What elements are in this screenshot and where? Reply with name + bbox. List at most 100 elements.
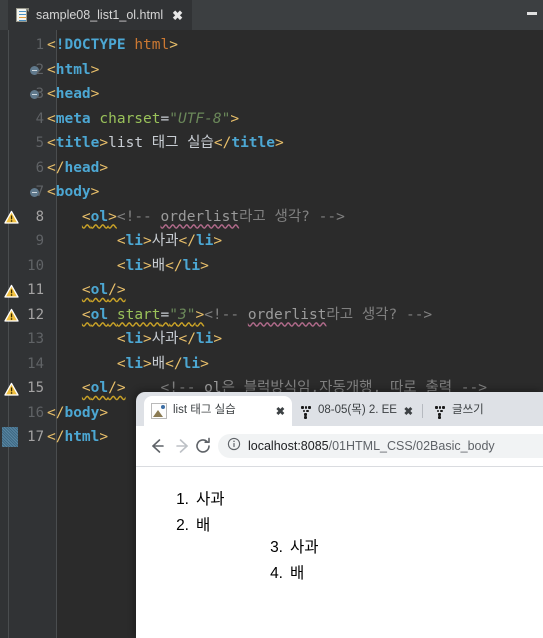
line-number: 8 [35,208,44,225]
code-token: < [47,86,56,102]
browser-tab-label: 글쓰기 [452,404,484,417]
code-line[interactable]: 1 <!DOCTYPE html> [0,33,543,58]
line-number: 11 [27,282,44,298]
code-token: > [108,208,117,225]
code-token: > [143,257,152,274]
code-token: > [90,86,100,102]
code-text: <li>배</li> [47,352,209,377]
close-icon[interactable]: ✖ [404,405,413,418]
code-token: start [116,306,161,323]
forward-arrow-icon[interactable] [172,435,194,457]
broken-image-favicon [151,403,167,419]
code-line[interactable]: 14 <li>배</li> [0,352,543,377]
line-number: 3 [35,86,44,102]
code-token: </ [178,331,196,347]
line-number: 15 [27,380,44,396]
code-token: < [116,233,126,249]
code-token: </ [165,257,183,274]
line-number: 5 [35,135,44,151]
code-line[interactable]: 13 <li>사과</li> [0,327,543,352]
code-token: > [195,306,205,323]
code-line[interactable]: 10 <li>배</li> [0,254,543,279]
code-token: !DOCTYPE [55,37,126,53]
code-line[interactable]: 5 <title>list 태그 실습</title> [0,131,543,156]
line-number: 10 [27,257,44,274]
code-token: orderlist [160,208,240,225]
code-token: > [90,184,100,200]
code-line[interactable]: 11 <ol/> [0,278,543,303]
list-one-item: 1. 사과 [172,487,225,513]
code-token: </ [47,159,65,176]
code-line[interactable]: 12 <ol start="3"><!-- orderlist라고 생각? --… [0,303,543,328]
code-text: </head> [47,156,108,181]
line-number: 14 [27,355,44,372]
list-two-item: 4. 배 [266,561,319,587]
tab-separator [422,404,423,418]
browser-toolbar: localhost:8085/01HTML_CSS/02Basic_body [136,426,543,467]
code-text: </body> [47,401,108,426]
browser-tab-label: 08-05(목) 2. EE [318,404,397,417]
code-line[interactable]: 3 <head> [0,82,543,107]
code-token: "3" [169,306,196,323]
code-token: </ [47,404,65,421]
code-token: li [125,331,144,347]
reload-icon[interactable] [192,435,214,457]
info-circle-icon[interactable] [227,437,241,456]
editor-tab-sample08[interactable]: sample08_list1_ol.html ✖ [8,0,193,30]
code-line[interactable]: 8 <ol><!-- orderlist라고 생각? --> [0,205,543,230]
line-number: 13 [27,331,44,347]
code-token: < [81,282,91,298]
code-token: meta [55,110,91,127]
code-token: = [160,110,170,127]
code-token: < [47,135,56,151]
code-token: li [182,355,201,372]
code-token: 사과 [151,233,179,249]
browser-tab-2[interactable]: 08-05(목) 2. EE ✖ [292,396,420,426]
code-token: > [143,233,152,249]
close-icon[interactable]: ✖ [276,405,285,418]
window-minimize-button[interactable] [527,12,537,15]
url-path: /01HTML_CSS/02Basic_body [328,439,495,453]
code-token: <!-- [204,306,248,323]
code-token: ol [90,306,109,323]
code-token: = [160,306,170,323]
code-token: < [47,184,56,200]
browser-tab-strip: list 태그 실습 ✖ 08-05(목) 2. EE ✖ 글쓰기 [136,392,543,426]
list-marker: 2. [176,517,189,534]
code-token: 사과 [151,331,179,347]
code-text: </html> [47,425,108,450]
close-icon[interactable]: ✖ [172,9,183,22]
code-text: <head> [47,82,99,107]
code-line[interactable]: 9 <li>사과</li> [0,229,543,254]
code-token: < [47,110,56,127]
back-arrow-icon[interactable] [146,435,168,457]
code-token: > [169,37,178,53]
code-text: <ol start="3"><!-- orderlist라고 생각? --> [47,303,432,328]
code-text: <html> [47,58,99,83]
list-item-text: 사과 [196,491,225,508]
code-line[interactable]: 7 <body> [0,180,543,205]
code-token: 배 [151,355,166,372]
list-marker: 3. [270,539,283,556]
line-number: 9 [35,233,44,249]
code-line[interactable]: 6 </head> [0,156,543,181]
browser-tab-3[interactable]: 글쓰기 [426,396,521,426]
code-line[interactable]: 4 <meta charset="UTF-8"> [0,107,543,132]
code-token: < [47,61,56,78]
code-token: > [200,355,209,372]
code-text: <meta charset="UTF-8"> [47,107,239,132]
line-number: 17 [27,429,44,445]
code-token: title [55,135,100,151]
code-token: > [99,135,109,151]
browser-tab-1[interactable]: list 태그 실습 ✖ [144,396,292,426]
code-line[interactable]: 2 <html> [0,58,543,83]
code-text: <ol/> [47,278,126,303]
address-bar[interactable]: localhost:8085/01HTML_CSS/02Basic_body [218,434,543,458]
code-token: body [64,404,100,421]
code-token: > [275,135,284,151]
line-number: 12 [27,306,44,323]
line-number: 1 [35,37,44,53]
ordered-list-second: 3. 사과 4. 배 [266,535,319,587]
